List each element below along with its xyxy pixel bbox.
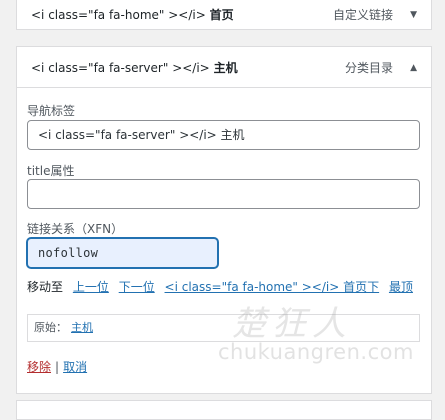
move-under-link[interactable]: <i class="fa fa-home" ></i> 首页下 (165, 280, 380, 294)
menu-item-title-server: <i class="fa fa-server" ></i> 主机 (31, 61, 238, 75)
move-up-link[interactable]: 上一位 (73, 280, 109, 294)
menu-item-bar-home[interactable]: <i class="fa fa-home" ></i> 首页 自定义链接 ▼ (16, 0, 432, 30)
menu-item-type-home: 自定义链接 (332, 8, 393, 22)
move-down-link[interactable]: 下一位 (119, 280, 155, 294)
original-box: 原始： 主机 (27, 314, 420, 342)
actions-separator: | (55, 360, 60, 374)
nav-label-label: 导航标签 (27, 104, 76, 118)
menu-item-type-server: 分类目录 (344, 61, 393, 75)
menu-item-settings: 导航标签 <i class="fa fa-server" ></i> 主机 ti… (16, 88, 432, 394)
menu-item-bar-next[interactable] (16, 400, 432, 420)
xfn-label: 链接关系（XFN） (27, 222, 124, 236)
original-link[interactable]: 主机 (71, 321, 93, 334)
remove-link[interactable]: 移除 (27, 360, 51, 374)
item-actions: 移除 | 取消 (27, 358, 87, 375)
title-attr-input[interactable] (27, 179, 420, 209)
collapse-arrow-icon[interactable]: ▲ (410, 47, 417, 89)
original-label: 原始： (34, 321, 67, 334)
xfn-input[interactable]: nofollow (27, 238, 218, 268)
menu-item-bar-server[interactable]: <i class="fa fa-server" ></i> 主机 分类目录 ▲ (16, 46, 432, 88)
expand-arrow-icon[interactable]: ▼ (410, 1, 417, 29)
move-top-link[interactable]: 最顶 (389, 280, 413, 294)
cancel-link[interactable]: 取消 (63, 360, 87, 374)
menu-item-title-home: <i class="fa fa-home" ></i> 首页 (31, 8, 234, 22)
move-controls: 移动至 上一位 下一位 <i class="fa fa-home" ></i> … (27, 278, 419, 295)
move-label: 移动至 (27, 280, 64, 294)
nav-label-input[interactable]: <i class="fa fa-server" ></i> 主机 (27, 120, 420, 150)
title-attr-label: title属性 (27, 164, 75, 178)
